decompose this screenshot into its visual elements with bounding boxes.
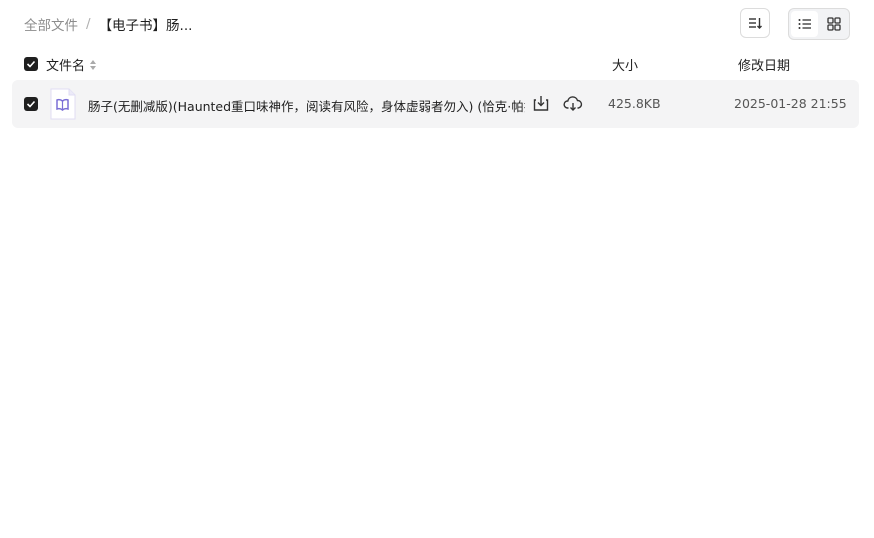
sort-button[interactable] [740,8,770,38]
date-column-header[interactable]: 修改日期 [738,55,790,74]
ebook-file-icon [50,88,76,120]
table-row[interactable]: 肠子(无删减版)(Haunted重口味神作，阅读有风险，身体虚弱者勿入) (恰克… [12,80,859,128]
view-toggle [788,8,850,40]
check-icon [26,100,36,108]
list-view-icon [798,19,811,29]
file-modified-date: 2025-01-28 21:55 [734,96,847,111]
sort-icon [749,18,762,29]
breadcrumb: 全部文件 / 【电子书】肠... [24,14,192,34]
select-all-checkbox[interactable] [24,57,38,71]
save-to-cloud-icon[interactable] [563,94,583,112]
size-column-header[interactable]: 大小 [612,55,638,74]
sort-toggle-icon [90,59,97,70]
table-header: 文件名 大小 修改日期 [0,52,874,76]
file-size: 425.8KB [608,96,661,111]
file-name[interactable]: 肠子(无删减版)(Haunted重口味神作，阅读有风险，身体虚弱者勿入) (恰克… [88,96,525,115]
download-icon[interactable] [532,94,550,112]
row-checkbox[interactable] [24,97,38,111]
breadcrumb-separator: / [86,16,91,32]
name-column-label: 文件名 [46,59,86,74]
breadcrumb-current: 【电子书】肠... [98,18,193,34]
breadcrumb-root-link[interactable]: 全部文件 [24,14,78,34]
grid-view-button[interactable] [820,11,847,37]
top-bar: 全部文件 / 【电子书】肠... [0,0,874,48]
grid-view-icon [826,17,841,31]
name-column-header[interactable]: 文件名 [46,55,97,74]
list-view-button[interactable] [791,11,818,37]
check-icon [26,60,36,68]
